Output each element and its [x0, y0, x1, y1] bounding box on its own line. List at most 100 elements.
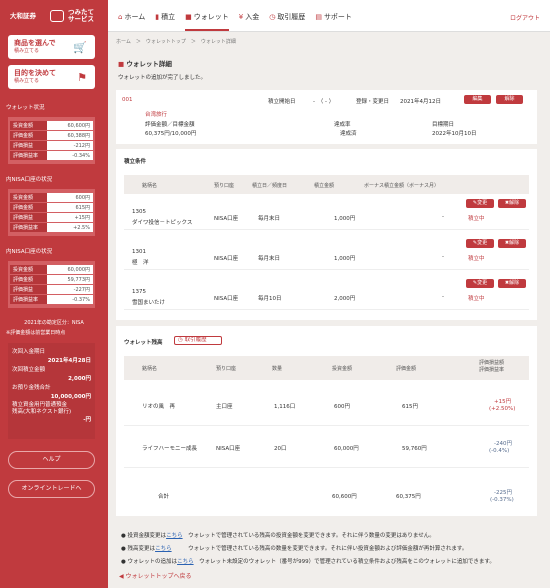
note-link[interactable]: こちら	[177, 559, 194, 565]
eval-note: ※評価金額は前営業日時点	[6, 330, 66, 336]
row-qty: 1,116口	[274, 404, 296, 410]
breadcrumb[interactable]: ホーム ＞ ウォレットトップ ＞ ウォレット詳細	[116, 38, 236, 45]
row-name: ライフハーモニー成長	[142, 446, 198, 452]
amount-label: 評価金額／目標金額	[145, 122, 195, 128]
select-product-button[interactable]: 商品を選んで 積み立てる 🛒	[8, 35, 95, 59]
row-plr: (+2.50%)	[489, 406, 516, 412]
reg-label: 登録・変更日	[356, 99, 390, 105]
cancel-button[interactable]: ✖解除	[498, 239, 526, 248]
row-amount: 1,000円	[334, 216, 356, 222]
start-value: - （ - ）	[313, 99, 335, 105]
nav-history[interactable]: ◷ 取引履歴	[269, 12, 305, 31]
row-name: 雪国まいたけ	[132, 300, 166, 306]
amount-value: 60,375円/10,000円	[145, 131, 197, 137]
balance-title: ウォレット残高	[124, 340, 163, 346]
change-button[interactable]: ✎変更	[466, 199, 494, 208]
note-line: ● 残高変更はこちら ウォレットで管理されている残高の数量を変更できます。それに…	[121, 544, 467, 552]
row-amount: 2,000円	[334, 296, 356, 302]
change-label: 変更	[477, 280, 488, 286]
nav-home[interactable]: ⌂ ホーム	[118, 12, 145, 31]
change-label: 変更	[477, 240, 488, 246]
change-button[interactable]: ✎変更	[466, 239, 494, 248]
row-code: 1375	[132, 289, 146, 295]
status-value: 60,600円	[47, 121, 93, 130]
row-amount: 1,000円	[334, 256, 356, 262]
status-row: 評価金額 615円	[10, 203, 93, 212]
cancel-label: 解除	[509, 240, 520, 246]
cancel-button[interactable]: ✖解除	[498, 279, 526, 288]
row-account: NISA口座	[216, 446, 241, 452]
conditions-card: 積立条件 銘柄名 預り口座 積立日／頻度日 積立金額 ボーナス積立金額（ボーナス…	[116, 149, 537, 320]
status-value: 600円	[47, 193, 93, 202]
note-link[interactable]: こちら	[155, 546, 172, 552]
nav-label: サポート	[323, 13, 352, 21]
change-label: 変更	[477, 200, 488, 206]
col-freq: 積立日／頻度日	[252, 183, 288, 189]
sidebar: 大和証券 つみたて サービス 商品を選んで 積み立てる 🛒 目的を決めて 積み立…	[0, 0, 108, 588]
wallet-status-heading: ウォレット状況	[6, 105, 45, 111]
edit-button[interactable]: 編集	[464, 95, 491, 104]
success-message: ウォレットの追加が完了しました。	[118, 75, 207, 81]
history-button[interactable]: ◷ 取引履歴	[174, 336, 222, 345]
status-key: 評価損益率	[10, 151, 47, 160]
logout-link[interactable]: ログアウト	[510, 13, 540, 22]
status-value: +2.5%	[47, 223, 93, 232]
title-text: ウォレット詳細	[126, 60, 172, 68]
row-status: 積立中	[468, 216, 485, 222]
row-bonus: -	[442, 214, 444, 220]
nisa-status-heading: 内NISA口座の状況	[6, 177, 53, 183]
total-value: 60,375円	[396, 494, 421, 500]
nav-tsumitate[interactable]: ▮ 積立	[155, 12, 175, 31]
status-row: 評価金額 60,388円	[10, 131, 93, 140]
status-key: 評価損益率	[10, 295, 47, 304]
row-name: リオの風 再	[142, 404, 176, 410]
next-amt-label: 次回積立金額	[12, 367, 46, 373]
col-account: 預り口座	[216, 366, 237, 372]
note-line: ● ウォレットの追加はこちら ウォレット未設定のウォレット（番号が999）で管理…	[121, 557, 495, 565]
delete-button[interactable]: 解除	[496, 95, 523, 104]
online-trade-button[interactable]: オンライントレードへ	[8, 480, 95, 498]
nav-wallet[interactable]: ■ ウォレット	[185, 12, 229, 31]
rate-label: 達成率	[334, 122, 351, 128]
nav-label: ウォレット	[193, 13, 229, 21]
row-invest: 600円	[334, 404, 350, 410]
nisa2-status-heading: 内NISA口座の状況	[6, 249, 53, 255]
status-value: -227円	[47, 285, 93, 294]
nav-support[interactable]: ▤ サポート	[315, 12, 352, 31]
change-button[interactable]: ✎変更	[466, 279, 494, 288]
row-bonus: -	[442, 254, 444, 260]
note-prefix: ● 投資金額変更は	[121, 533, 167, 539]
row-code: 1305	[132, 209, 146, 215]
nisa-note: 2021年の勘定区分：NISA	[24, 320, 84, 326]
btn-title: 商品を選んで	[14, 39, 56, 47]
goal-value: 2022年10月10日	[432, 131, 477, 137]
condition-row	[124, 230, 529, 270]
wallet-status-box: 投資金額 60,600円 評価金額 60,388円 評価損益 -212円 評価損益率 -0.3…	[8, 117, 95, 164]
nisa-status-box: 投資金額 600円 評価金額 615円 評価損益 +15円 評価損益率 +2.5%	[8, 189, 95, 236]
top-nav: ⌂ ホーム ▮ 積立 ■ ウォレット ¥ 入金 ◷ 取引履歴 ▤ サポート ログアウト	[108, 0, 550, 32]
page-title: ■ ウォレット詳細	[118, 58, 172, 68]
start-label: 積立開始日	[268, 99, 296, 105]
btn-title: 目的を決めて	[14, 69, 56, 77]
note-link[interactable]: こちら	[166, 533, 183, 539]
status-key: 評価損益率	[10, 223, 47, 232]
total-label: 合計	[158, 494, 170, 500]
home-icon: ⌂	[118, 13, 123, 21]
brand-mark-icon	[50, 10, 64, 23]
row-account: NISA口座	[214, 216, 239, 222]
status-row: 評価損益率 -0.34%	[10, 151, 93, 160]
back-link[interactable]: ◀ ウォレットトップへ戻る	[119, 571, 192, 580]
row-freq: 毎月10日	[258, 296, 282, 302]
wallet-id: 001	[122, 97, 133, 103]
bank-amt: -円	[83, 417, 91, 423]
help-button[interactable]: ヘルプ	[8, 451, 95, 469]
book-icon: ▤	[315, 13, 322, 21]
bank-label: 積立資金用円普通預金 残高(大和ネクスト銀行)	[12, 402, 72, 415]
brand-logo[interactable]: 大和証券 つみたて サービス	[10, 8, 94, 23]
next-date: 2021年4月28日	[47, 358, 91, 364]
row-qty: 20口	[274, 446, 287, 452]
col-pl: 評価損益額 評価損益率	[479, 360, 505, 373]
select-goal-button[interactable]: 目的を決めて 積み立てる ⚑	[8, 65, 95, 89]
nav-nyukin[interactable]: ¥ 入金	[239, 12, 259, 31]
cancel-button[interactable]: ✖解除	[498, 199, 526, 208]
